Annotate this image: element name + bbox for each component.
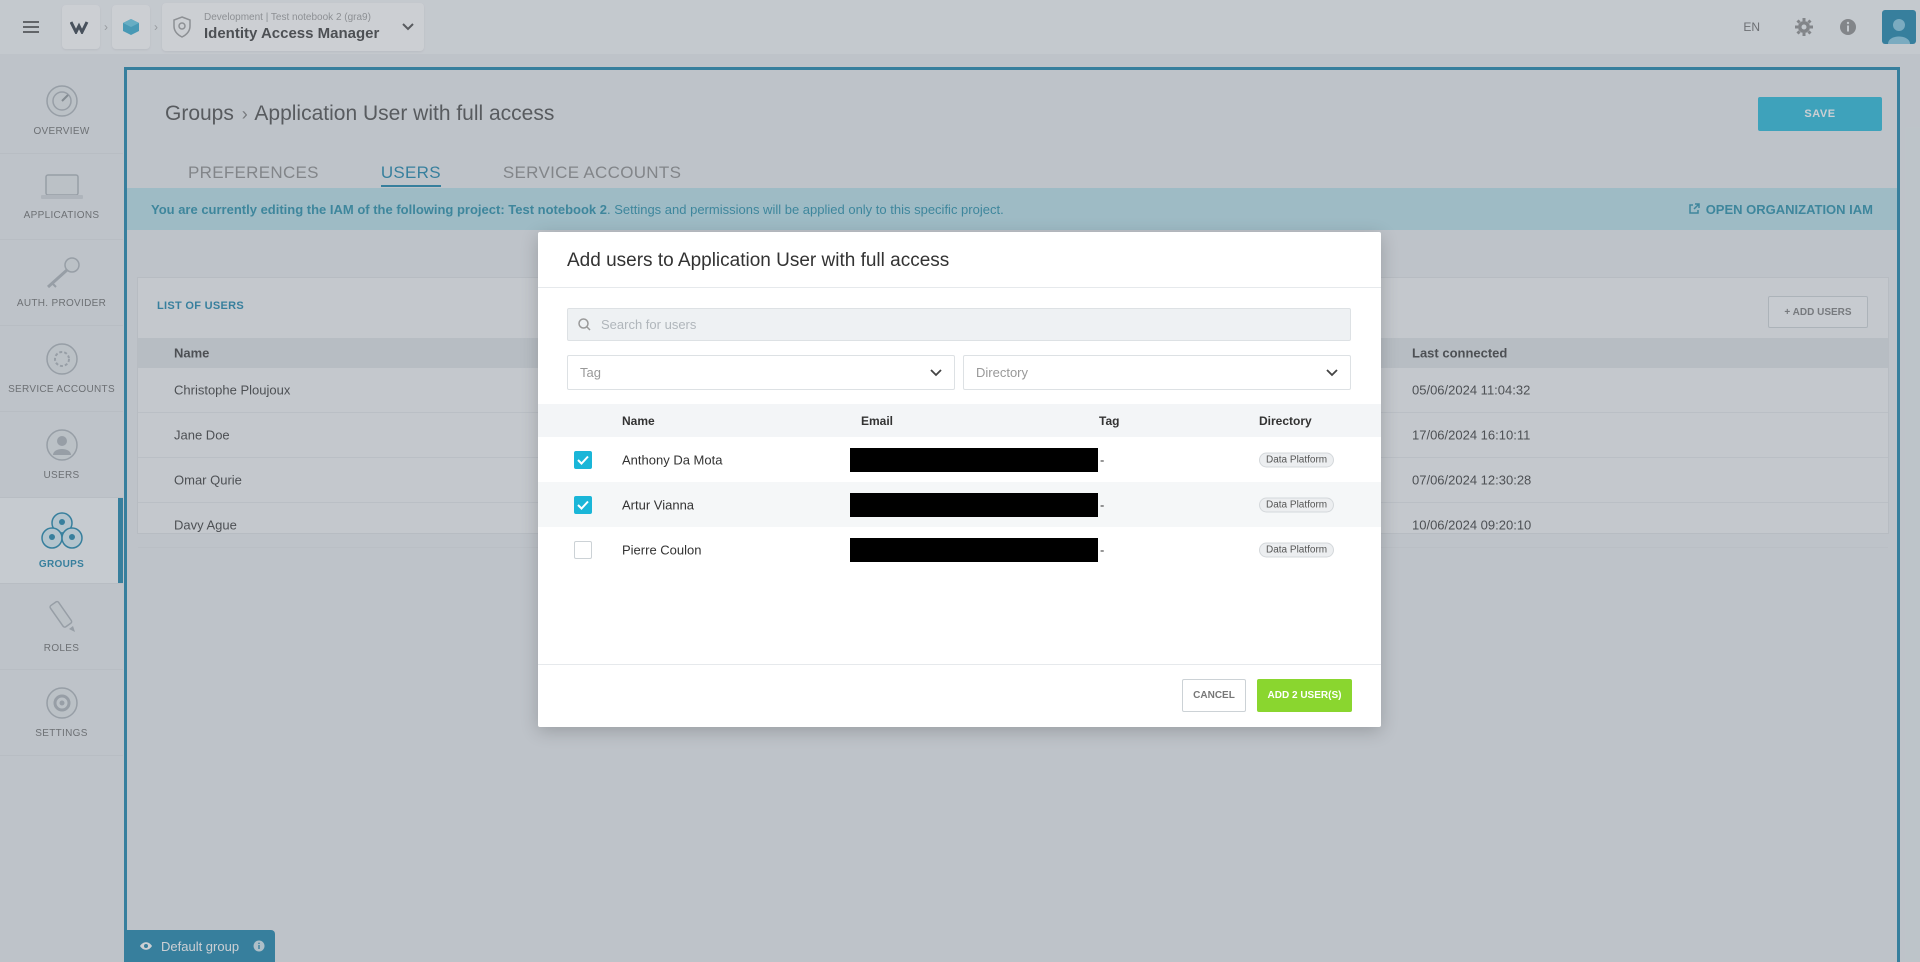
column-header-tag: Tag	[1099, 413, 1120, 428]
divider	[538, 664, 1381, 665]
add-users-confirm-button[interactable]: ADD 2 USER(S)	[1257, 679, 1352, 712]
user-tag: -	[1100, 542, 1105, 557]
user-tag: -	[1100, 497, 1105, 512]
directory-badge: Data Platform	[1259, 452, 1335, 467]
table-row[interactable]: Artur Vianna - Data Platform	[538, 482, 1381, 527]
tag-select[interactable]: Tag	[567, 355, 955, 390]
redacted-email	[850, 537, 1098, 562]
column-header-name: Name	[622, 413, 655, 428]
modal-table-header: Name Email Tag Directory	[538, 404, 1381, 437]
table-row[interactable]: Anthony Da Mota - Data Platform	[538, 437, 1381, 482]
modal-title: Add users to Application User with full …	[567, 250, 950, 271]
chevron-down-icon	[1326, 368, 1338, 376]
tag-select-value: Tag	[580, 365, 601, 380]
directory-badge: Data Platform	[1259, 542, 1335, 557]
row-checkbox[interactable]	[574, 495, 592, 514]
divider	[538, 287, 1381, 288]
search-icon	[578, 318, 591, 331]
cancel-button[interactable]: CANCEL	[1182, 679, 1246, 712]
column-header-email: Email	[861, 413, 894, 428]
search-box	[567, 308, 1351, 341]
user-tag: -	[1100, 452, 1105, 467]
chevron-down-icon	[930, 368, 942, 376]
row-checkbox[interactable]	[574, 450, 592, 469]
row-checkbox[interactable]	[574, 540, 592, 559]
check-icon	[577, 455, 589, 465]
check-icon	[577, 500, 589, 510]
user-name: Pierre Coulon	[622, 542, 702, 557]
column-header-directory: Directory	[1259, 413, 1312, 428]
redacted-email	[850, 447, 1098, 472]
add-users-modal: Add users to Application User with full …	[538, 232, 1381, 727]
search-input[interactable]	[601, 317, 1301, 332]
directory-select[interactable]: Directory	[963, 355, 1351, 390]
directory-badge: Data Platform	[1259, 497, 1335, 512]
user-name: Artur Vianna	[622, 497, 695, 512]
directory-select-value: Directory	[976, 365, 1029, 380]
table-row[interactable]: Pierre Coulon - Data Platform	[538, 527, 1381, 572]
user-name: Anthony Da Mota	[622, 452, 723, 467]
redacted-email	[850, 492, 1098, 517]
